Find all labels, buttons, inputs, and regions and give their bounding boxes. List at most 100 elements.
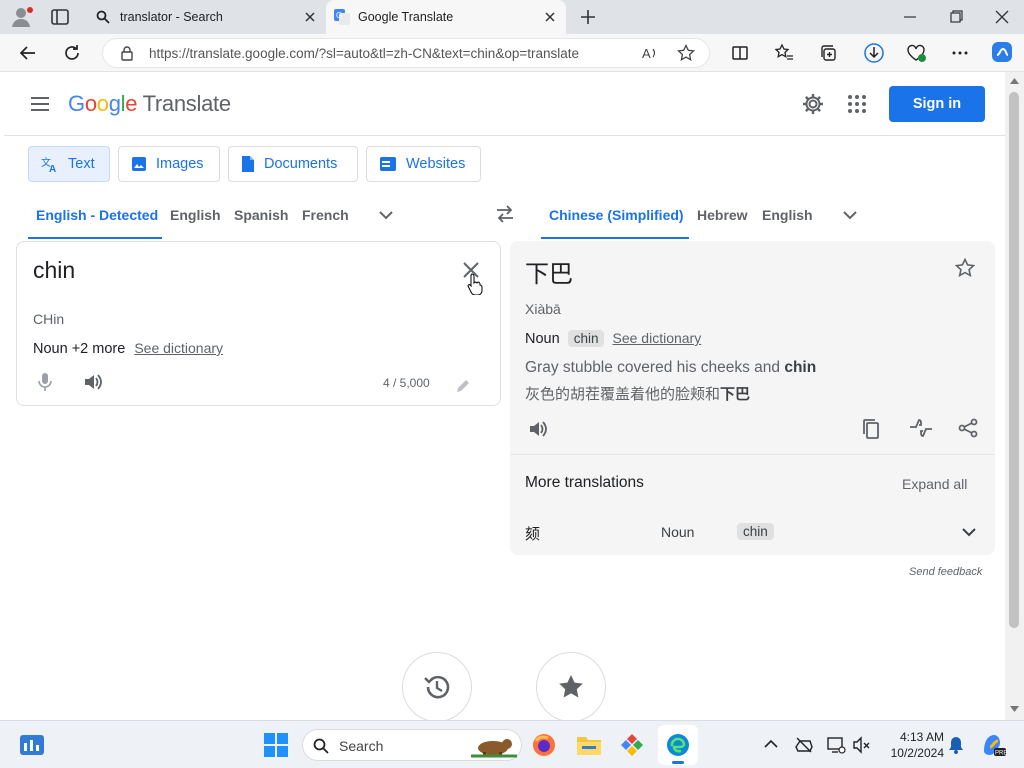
more-target-langs-chevron-down-icon[interactable] bbox=[842, 208, 858, 222]
source-listen-speaker-icon[interactable] bbox=[83, 372, 103, 392]
favorites-icon[interactable] bbox=[772, 41, 796, 65]
swap-languages-icon[interactable] bbox=[495, 205, 515, 223]
alt-translation-word: 颏 bbox=[525, 526, 541, 543]
example-zh-text: 灰色的胡茬覆盖着他的脸颊和 bbox=[525, 386, 721, 403]
file-explorer-icon[interactable] bbox=[576, 734, 602, 756]
history-button[interactable] bbox=[402, 652, 472, 720]
source-dictionary-row: Noun +2 more See dictionary bbox=[33, 340, 223, 357]
more-translations-row[interactable]: 颏 Noun chin bbox=[510, 513, 995, 549]
source-text-input[interactable]: chin bbox=[33, 257, 75, 284]
downloads-icon[interactable] bbox=[862, 41, 886, 65]
website-icon bbox=[379, 156, 397, 172]
new-tab-button[interactable] bbox=[578, 7, 598, 27]
volume-muted-icon[interactable] bbox=[852, 735, 872, 755]
system-clock[interactable]: 4:13 AM 10/2/2024 bbox=[880, 729, 944, 761]
browser-toolbar: https://translate.google.com/?sl=auto&tl… bbox=[0, 34, 1024, 72]
mode-images-button[interactable]: Images bbox=[118, 146, 220, 182]
scroll-down-icon[interactable] bbox=[1010, 706, 1019, 712]
target-lang-english-tab[interactable]: English bbox=[762, 207, 813, 223]
google-apps-icon[interactable] bbox=[847, 94, 867, 114]
split-screen-icon[interactable] bbox=[728, 41, 752, 65]
target-pos: Noun bbox=[525, 331, 560, 347]
browser-tab-bar: translator - Search G Google Translate bbox=[0, 0, 1024, 34]
workspaces-icon[interactable] bbox=[50, 8, 70, 26]
target-lang-chinese-tab[interactable]: Chinese (Simplified) bbox=[549, 207, 684, 223]
more-options-icon[interactable] bbox=[948, 41, 972, 65]
favorite-star-icon[interactable] bbox=[677, 44, 695, 62]
display-icon[interactable] bbox=[826, 735, 846, 755]
image-icon bbox=[131, 156, 147, 172]
browser-essentials-icon[interactable] bbox=[904, 41, 928, 65]
main-menu-icon[interactable] bbox=[30, 96, 50, 112]
target-lang-hebrew-tab[interactable]: Hebrew bbox=[697, 207, 748, 223]
settings-gear-icon[interactable] bbox=[801, 92, 825, 116]
source-see-dictionary-link[interactable]: See dictionary bbox=[134, 340, 223, 356]
source-lang-english-tab[interactable]: English bbox=[170, 207, 221, 223]
read-aloud-icon[interactable]: A bbox=[641, 44, 659, 62]
target-see-dictionary-link[interactable]: See dictionary bbox=[613, 330, 702, 346]
address-bar[interactable]: https://translate.google.com/?sl=auto&tl… bbox=[102, 38, 710, 68]
notification-bell-icon[interactable] bbox=[948, 736, 964, 754]
more-translations-section: More translations Expand all 颏 Noun chin bbox=[510, 454, 995, 555]
show-hidden-icons-chevron-up-icon[interactable] bbox=[764, 739, 778, 749]
expand-all-button[interactable]: Expand all bbox=[902, 476, 967, 492]
alt-translation-chip[interactable]: chin bbox=[737, 523, 774, 540]
edge-taskbar-button[interactable] bbox=[658, 725, 698, 765]
collections-icon[interactable] bbox=[816, 41, 840, 65]
minimize-button[interactable] bbox=[900, 8, 920, 26]
firefox-icon[interactable] bbox=[532, 733, 556, 757]
app-launcher-icon[interactable] bbox=[620, 733, 644, 757]
edit-pencil-icon[interactable] bbox=[455, 378, 471, 394]
search-icon bbox=[313, 738, 329, 754]
web-page: Google Translate Sign in 文A Text Images … bbox=[4, 72, 1005, 720]
search-icon bbox=[96, 10, 110, 24]
example-sentence-english: Gray stubble covered his cheeks and chin bbox=[525, 359, 816, 377]
save-translation-star-icon[interactable] bbox=[955, 258, 975, 278]
scrollbar-thumb[interactable] bbox=[1009, 92, 1019, 628]
lock-icon[interactable] bbox=[119, 45, 135, 61]
mode-documents-button[interactable]: Documents bbox=[228, 146, 358, 182]
google-wordmark: Google bbox=[68, 91, 138, 116]
rate-translation-icon[interactable] bbox=[908, 417, 934, 439]
mode-text-button[interactable]: 文A Text bbox=[28, 146, 110, 182]
windows-start-icon[interactable] bbox=[264, 733, 288, 757]
microphone-icon[interactable] bbox=[37, 372, 53, 392]
translation-panel: 下巴 Xiàbā Noun chin See dictionary Gray s… bbox=[510, 241, 995, 555]
copy-translation-icon[interactable] bbox=[862, 418, 880, 440]
more-source-langs-chevron-down-icon[interactable] bbox=[378, 208, 394, 222]
close-tab-icon[interactable] bbox=[302, 9, 318, 25]
copilot-icon[interactable] bbox=[990, 40, 1014, 64]
mode-label: Images bbox=[156, 156, 204, 172]
refresh-button[interactable] bbox=[60, 41, 84, 65]
back-button[interactable] bbox=[16, 41, 40, 65]
sign-in-button[interactable]: Sign in bbox=[889, 86, 985, 122]
target-pos-chip[interactable]: chin bbox=[567, 330, 605, 347]
send-feedback-link[interactable]: Send feedback bbox=[909, 566, 982, 578]
example-en-text: Gray stubble covered his cheeks and bbox=[525, 359, 785, 376]
more-translations-heading: More translations bbox=[525, 474, 644, 491]
widgets-icon[interactable] bbox=[20, 735, 44, 755]
profile-icon[interactable] bbox=[10, 6, 34, 28]
tab-translator-search[interactable]: translator - Search bbox=[86, 0, 326, 34]
close-window-button[interactable] bbox=[992, 8, 1012, 26]
source-lang-spanish-tab[interactable]: Spanish bbox=[234, 207, 288, 223]
close-tab-icon[interactable] bbox=[542, 9, 558, 25]
restore-button[interactable] bbox=[946, 8, 966, 26]
share-icon[interactable] bbox=[958, 418, 978, 438]
saved-button[interactable] bbox=[536, 652, 606, 720]
scroll-up-icon[interactable] bbox=[1010, 78, 1019, 84]
example-zh-highlight: 下巴 bbox=[720, 386, 751, 403]
copilot-taskbar-icon[interactable]: PRE bbox=[980, 733, 1006, 757]
mode-websites-button[interactable]: Websites bbox=[366, 146, 481, 182]
taskbar-search-box[interactable]: Search bbox=[302, 729, 522, 761]
history-icon bbox=[422, 672, 452, 702]
google-translate-logo[interactable]: Google Translate bbox=[68, 91, 231, 117]
target-listen-speaker-icon[interactable] bbox=[528, 419, 548, 439]
expand-row-chevron-down-icon[interactable] bbox=[962, 527, 976, 537]
tab-google-translate[interactable]: G Google Translate bbox=[326, 0, 566, 34]
search-highlight-animal-icon bbox=[471, 734, 517, 758]
source-lang-detected-tab[interactable]: English - Detected bbox=[36, 207, 158, 223]
source-lang-french-tab[interactable]: French bbox=[302, 207, 349, 223]
network-disconnected-icon[interactable] bbox=[794, 735, 814, 755]
google-translate-favicon-icon: G bbox=[334, 9, 350, 25]
